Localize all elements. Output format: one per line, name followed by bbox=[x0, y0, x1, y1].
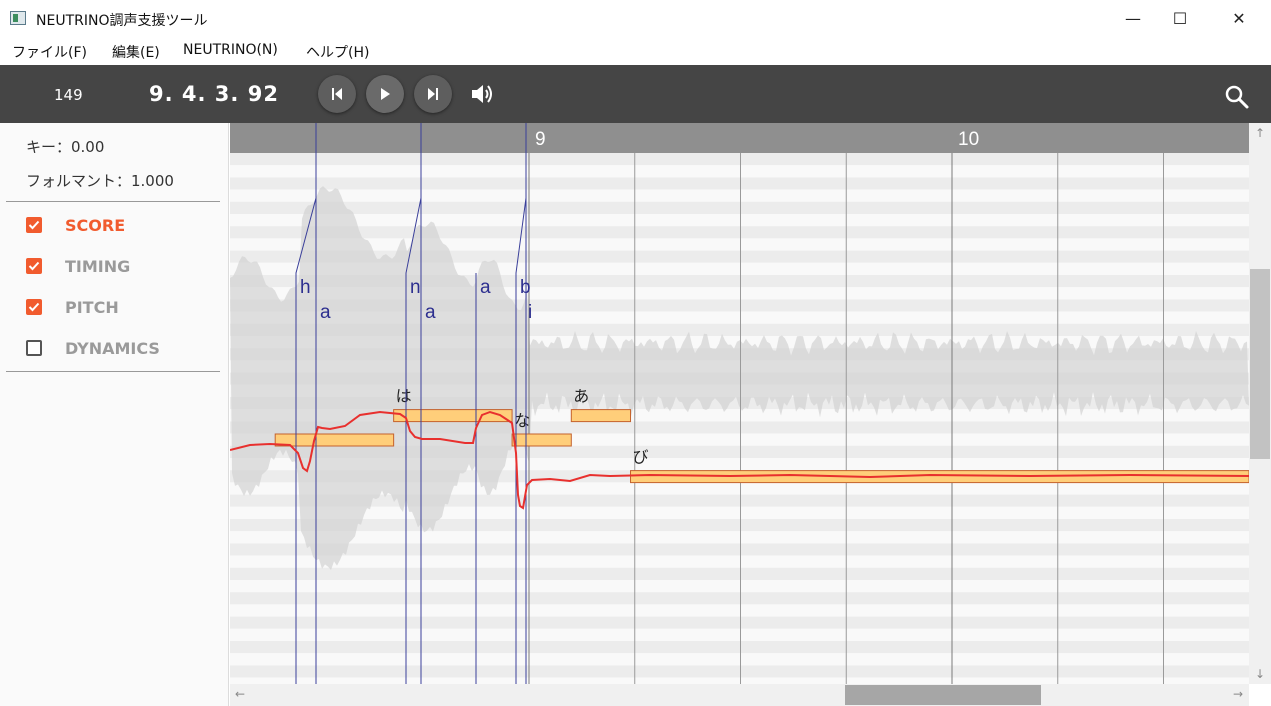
note-bar bbox=[274, 433, 395, 447]
menu-file[interactable]: ファイル(F) bbox=[12, 42, 87, 62]
phoneme-label: n bbox=[410, 277, 421, 298]
formant-value[interactable]: フォルマント：1.000 bbox=[26, 170, 174, 191]
pitch-row bbox=[230, 238, 1249, 251]
position-display: 9. 4. 3. 92 bbox=[149, 82, 279, 106]
measure-number-label: 9 bbox=[535, 129, 546, 150]
scroll-right-arrow[interactable]: → bbox=[1233, 687, 1243, 701]
piano-roll[interactable]: 9 10 はなあび h a n a a b i bbox=[230, 123, 1249, 684]
note-lyric: は bbox=[396, 387, 412, 406]
sidebar-divider bbox=[6, 201, 220, 202]
pitch-row bbox=[230, 177, 1249, 190]
search-icon[interactable] bbox=[1224, 84, 1250, 110]
skip-next-button[interactable] bbox=[414, 75, 452, 113]
note-lyric: び bbox=[633, 448, 649, 467]
pitch-row bbox=[230, 592, 1249, 605]
minimize-button[interactable]: — bbox=[1110, 0, 1156, 38]
menu-edit[interactable]: 編集(E) bbox=[112, 42, 160, 62]
pitch-row bbox=[230, 226, 1249, 239]
pitch-row bbox=[230, 531, 1249, 544]
window-title: NEUTRINO調声支援ツール bbox=[36, 13, 208, 29]
note-bar bbox=[570, 409, 632, 423]
skip-previous-button[interactable] bbox=[318, 75, 356, 113]
key-value[interactable]: キー：0.00 bbox=[26, 136, 104, 157]
menu-help[interactable]: ヘルプ(H) bbox=[306, 42, 369, 62]
maximize-button[interactable]: ☐ bbox=[1157, 0, 1203, 38]
pitch-row bbox=[230, 165, 1249, 178]
pitch-row bbox=[230, 604, 1249, 617]
horizontal-scroll-thumb[interactable] bbox=[845, 685, 1041, 705]
transport-toolbar: 149 9. 4. 3. 92 bbox=[0, 65, 1271, 123]
phoneme-label: b bbox=[520, 277, 531, 298]
tempo-display: 149 bbox=[54, 86, 83, 104]
pitch-row bbox=[230, 616, 1249, 629]
pitch-row bbox=[230, 580, 1249, 593]
phoneme-label: a bbox=[320, 302, 331, 323]
pitch-row bbox=[230, 153, 1249, 166]
scroll-down-arrow[interactable]: ↓ bbox=[1255, 667, 1265, 681]
pitch-row bbox=[230, 555, 1249, 568]
play-icon bbox=[381, 88, 390, 100]
scroll-up-arrow[interactable]: ↑ bbox=[1255, 126, 1265, 140]
piano-roll-svg[interactable]: 9 10はなあびhanaa bi bbox=[230, 123, 1249, 684]
play-button[interactable] bbox=[366, 75, 404, 113]
pitch-row bbox=[230, 653, 1249, 666]
pitch-row bbox=[230, 543, 1249, 556]
measure-number-label: 10 bbox=[958, 129, 979, 150]
checkbox-unchecked-icon[interactable] bbox=[26, 340, 42, 356]
pitch-row bbox=[230, 201, 1249, 214]
track-toggle-score[interactable]: SCORE bbox=[24, 214, 224, 238]
skip-next-icon bbox=[428, 88, 438, 100]
note-bar bbox=[511, 433, 572, 447]
phoneme-label: h bbox=[300, 277, 311, 298]
checkbox-checked-icon[interactable] bbox=[26, 217, 42, 233]
pitch-row bbox=[230, 214, 1249, 227]
horizontal-scrollbar[interactable]: ← → bbox=[230, 684, 1249, 706]
pitch-row bbox=[230, 641, 1249, 654]
track-label: SCORE bbox=[65, 216, 126, 235]
note-lyric: あ bbox=[573, 387, 589, 406]
phoneme-label: a bbox=[425, 302, 436, 323]
pitch-row bbox=[230, 628, 1249, 641]
title-bar: NEUTRINO調声支援ツール — ☐ ✕ bbox=[0, 0, 1271, 38]
skip-previous-icon bbox=[332, 88, 342, 100]
vertical-scroll-thumb[interactable] bbox=[1250, 269, 1270, 459]
vertical-scrollbar[interactable]: ↑ ↓ bbox=[1249, 123, 1271, 684]
sidebar: キー：0.00 フォルマント：1.000 SCORE TIMING PITCH DYN… bbox=[0, 123, 229, 706]
track-label: TIMING bbox=[65, 257, 131, 276]
menu-bar: ファイル(F) 編集(E) NEUTRINO(N) ヘルプ(H) bbox=[0, 38, 1271, 65]
checkbox-checked-icon[interactable] bbox=[26, 299, 42, 315]
phoneme-label: a bbox=[480, 277, 491, 298]
phoneme-label: i bbox=[528, 302, 532, 323]
sidebar-divider bbox=[6, 371, 220, 372]
checkbox-checked-icon[interactable] bbox=[26, 258, 42, 274]
track-toggle-timing[interactable]: TIMING bbox=[24, 255, 224, 279]
measure-header bbox=[230, 123, 1249, 153]
scroll-left-arrow[interactable]: ← bbox=[235, 687, 245, 701]
track-toggle-dynamics[interactable]: DYNAMICS bbox=[24, 337, 224, 361]
note-bar bbox=[393, 409, 513, 423]
pitch-row bbox=[230, 519, 1249, 532]
track-label: DYNAMICS bbox=[65, 339, 160, 358]
pitch-row bbox=[230, 665, 1249, 678]
pitch-row bbox=[230, 494, 1249, 507]
volume-icon[interactable] bbox=[470, 82, 496, 106]
pitch-row bbox=[230, 567, 1249, 580]
pitch-row bbox=[230, 506, 1249, 519]
app-icon bbox=[10, 11, 26, 25]
menu-neutrino[interactable]: NEUTRINO(N) bbox=[183, 42, 278, 58]
track-toggle-pitch[interactable]: PITCH bbox=[24, 296, 224, 320]
track-label: PITCH bbox=[65, 298, 119, 317]
pitch-row bbox=[230, 189, 1249, 202]
close-button[interactable]: ✕ bbox=[1216, 0, 1262, 38]
